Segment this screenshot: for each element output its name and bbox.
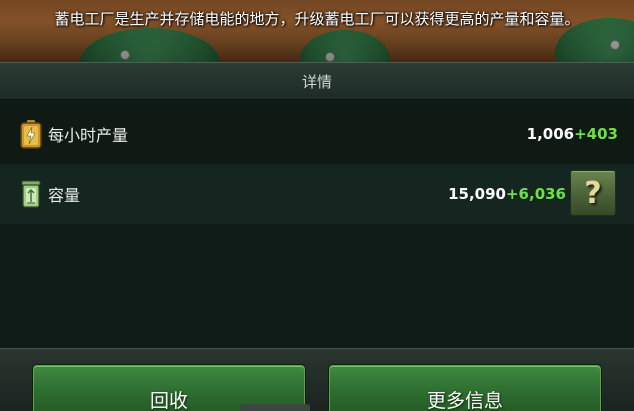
details-title: 详情 [301, 72, 332, 91]
building-banner: 蓄电工厂是生产并存储电能的地方，升级蓄电工厂可以获得更高的产量和容量。 [0, 0, 634, 62]
more-info-button[interactable]: 更多信息 [329, 365, 601, 411]
battery-icon [20, 120, 42, 149]
details-body [0, 224, 634, 348]
stat-value: 1,006+403 [526, 125, 618, 143]
action-bar: 回收 更多信息 [0, 348, 634, 411]
stat-bonus: +6,036 [505, 185, 566, 203]
stat-bonus: +403 [574, 125, 618, 143]
help-button[interactable]: ? [570, 170, 616, 216]
bottom-tab-handle [240, 404, 310, 411]
stat-row-production: 每小时产量 1,006+403 [0, 104, 634, 164]
stat-value: 15,090+6,036 [448, 185, 566, 203]
building-description: 蓄电工厂是生产并存储电能的地方，升级蓄电工厂可以获得更高的产量和容量。 [54, 10, 580, 28]
storage-icon [21, 180, 41, 208]
stat-label: 每小时产量 [48, 126, 129, 145]
stat-label: 容量 [48, 186, 81, 205]
details-header: 详情 [0, 62, 634, 100]
stat-row-capacity: 容量 15,090+6,036 ? [0, 164, 634, 224]
